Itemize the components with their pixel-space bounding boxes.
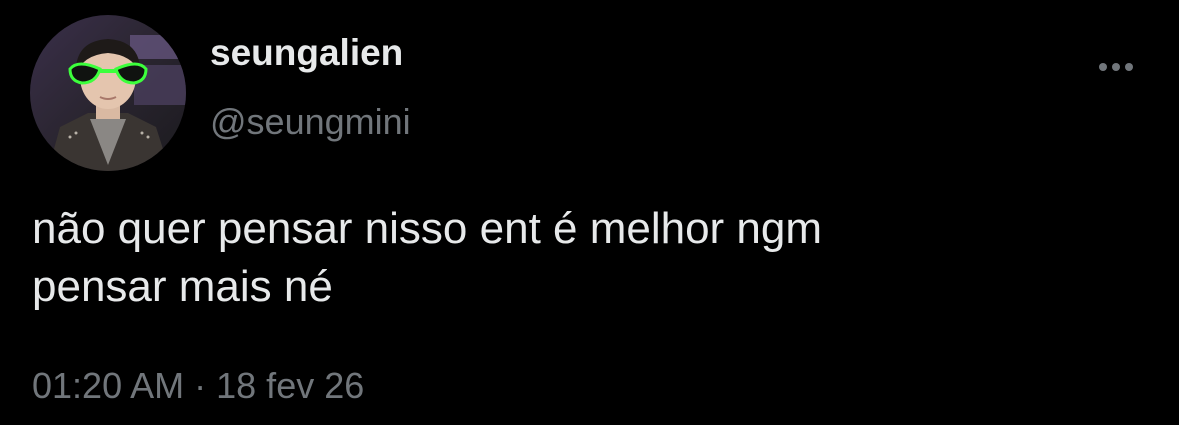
tweet-meta: 01:20 AM · 18 fev 26	[32, 362, 364, 410]
tweet-text-line: pensar mais né	[32, 262, 333, 311]
display-name[interactable]: seungalien	[210, 30, 403, 76]
tweet-text-line: não quer pensar nisso ent é melhor ngm	[32, 204, 823, 253]
more-options-button[interactable]	[1094, 52, 1138, 82]
meta-separator: ·	[194, 365, 207, 406]
handle[interactable]: @seungmini	[210, 100, 411, 144]
tweet: seungalien @seungmini não quer pensar ni…	[0, 0, 1179, 425]
avatar[interactable]	[30, 15, 186, 171]
tweet-time[interactable]: 01:20 AM	[32, 365, 184, 406]
tweet-text: não quer pensar nisso ent é melhor ngm p…	[32, 200, 1132, 316]
more-horizontal-icon	[1099, 63, 1133, 71]
avatar-image	[30, 15, 186, 171]
tweet-date[interactable]: 18 fev 26	[216, 365, 364, 406]
